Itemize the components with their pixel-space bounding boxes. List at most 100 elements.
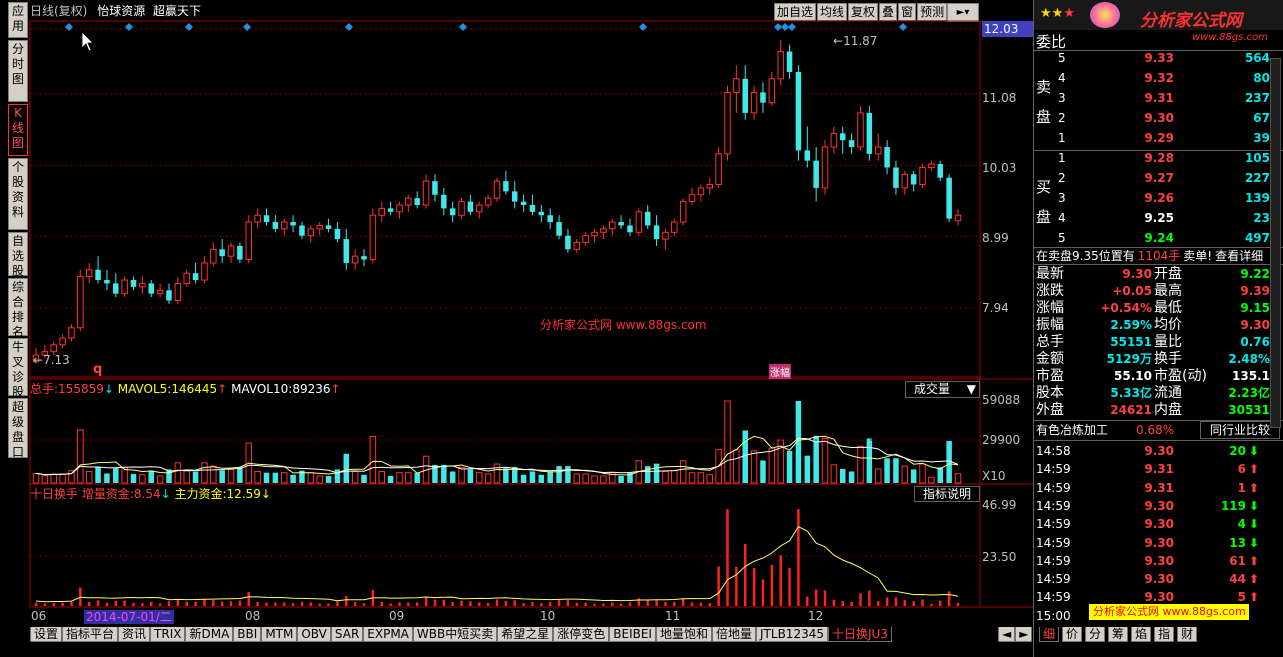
quote-tab[interactable]: 指	[1154, 627, 1175, 642]
date-tick: 11	[665, 609, 681, 623]
stat-row: 涨幅 +0.54% 最低 9.15	[1034, 300, 1279, 317]
candle-up	[245, 221, 253, 261]
industry-compare-button[interactable]: 同行业比较	[1200, 421, 1280, 439]
indicator-tab[interactable]: 倍地量	[712, 627, 757, 642]
order-volume: 67	[1253, 111, 1270, 125]
order-volume: 227	[1244, 171, 1270, 185]
indicator-tab[interactable]: 涨停变色	[553, 627, 610, 642]
indicator-tab[interactable]: SAR	[330, 627, 364, 642]
indicator-tab[interactable]: BEIBEI	[609, 627, 656, 642]
indicator-tab[interactable]: 十日换JU3	[827, 627, 892, 642]
indicator-tab[interactable]: BBI	[233, 627, 262, 642]
quote-tab[interactable]: 分	[1085, 627, 1106, 642]
candle-down	[565, 235, 571, 250]
candle-up	[378, 207, 385, 216]
level-number: 2	[1058, 171, 1066, 185]
orderbook-row[interactable]: 5 9.33 564	[1034, 50, 1279, 67]
volume-bar	[95, 466, 101, 483]
orderbook-row[interactable]: 3 9.31 237	[1034, 90, 1279, 107]
indicator-tab[interactable]: 新DMA	[185, 627, 234, 642]
volume-bar	[813, 435, 819, 483]
stat-value: +0.05	[1112, 284, 1152, 298]
indicator-tab[interactable]: 希望之星	[497, 627, 554, 642]
candle-up	[139, 282, 146, 288]
indicator-tab[interactable]: OBV	[297, 627, 331, 642]
volume-tick: 29900	[982, 433, 1021, 447]
quote-tab[interactable]: 焰	[1131, 627, 1152, 642]
volume-bar	[724, 400, 731, 484]
indicator-tab[interactable]: TRIX	[150, 627, 186, 642]
down-arrow-icon: ↓	[103, 382, 114, 396]
candle-down	[840, 133, 846, 141]
tick-time: 15:00	[1036, 608, 1071, 623]
candle-up	[573, 242, 581, 250]
candle-up	[830, 132, 838, 148]
indicator-tab[interactable]: 指标平台	[62, 627, 119, 642]
quote-tab[interactable]: 财	[1177, 627, 1198, 642]
volume-bar	[848, 471, 855, 483]
candle-up	[697, 187, 705, 196]
notice-detail-link[interactable]: 查看详细	[1215, 249, 1263, 263]
order-price: 9.26	[1144, 191, 1174, 205]
indicator-tab[interactable]: 地量饱和	[655, 627, 712, 642]
stat-label: 市盈(动)	[1154, 368, 1207, 384]
volume-bar	[361, 474, 367, 483]
candle-up	[901, 173, 909, 189]
candle-down	[538, 211, 545, 216]
volume-bar	[768, 447, 776, 484]
volume-bar	[679, 460, 687, 484]
order-volume: 23	[1253, 211, 1270, 225]
volume-bar	[644, 466, 651, 483]
indicator-tick: 23.50	[982, 550, 1017, 564]
quote-tab[interactable]: 筹	[1108, 627, 1129, 642]
orderbook-row[interactable]: 4 9.25 23	[1034, 210, 1279, 227]
orderbook-row[interactable]: 2 9.27 227	[1034, 170, 1279, 187]
tick-volume: 44	[1229, 572, 1246, 587]
tick-volume: 119	[1220, 498, 1246, 513]
candle-down	[618, 222, 624, 226]
candle-down	[325, 225, 332, 229]
signal-diamond-icon	[459, 23, 467, 31]
orderbook-row[interactable]: 3 9.26 139	[1034, 190, 1279, 207]
candle-down	[653, 225, 660, 240]
orderbook-row[interactable]: 5 9.24 497	[1034, 230, 1279, 247]
level-number: 1	[1058, 131, 1066, 145]
quote-tab[interactable]: 细	[1039, 627, 1060, 642]
orderbook-row[interactable]: 4 9.32 80	[1034, 70, 1279, 87]
stat-value: 9.22	[1240, 267, 1270, 281]
indicator-tab[interactable]: 设置	[30, 627, 63, 642]
notice-type: 卖单!	[1183, 249, 1213, 263]
candle-up	[724, 91, 731, 155]
indicator-tab[interactable]: 资讯	[118, 627, 151, 642]
indicator-selector[interactable]: 成交量 ▼	[905, 381, 980, 398]
indicator-tab[interactable]: JTLB12345	[756, 627, 828, 642]
scroll-right-icon[interactable]: ►	[1015, 627, 1033, 642]
candle-down	[95, 269, 101, 281]
indicator-tab[interactable]: MTM	[261, 627, 298, 642]
volume-bar	[750, 450, 758, 484]
candle-up	[493, 180, 501, 199]
orderbook-row[interactable]: 1 9.28 105	[1034, 150, 1279, 167]
kline-chart[interactable]	[0, 0, 1033, 625]
candle-up	[77, 276, 84, 329]
scroll-left-icon[interactable]: ◄	[998, 627, 1016, 642]
orderbook-row[interactable]: 2 9.30 67	[1034, 110, 1279, 127]
big-order-notice[interactable]: 在卖盘9.35位置有 1104手 卖单! 查看详细	[1036, 248, 1282, 264]
stat-value: 5129万	[1106, 352, 1152, 366]
candle-down	[627, 225, 633, 233]
volume-bar	[378, 470, 385, 484]
order-price: 9.33	[1144, 51, 1174, 65]
date-tick: 08	[245, 609, 261, 623]
indicator-tab[interactable]: EXPMA	[363, 627, 413, 642]
tick-price: 9.30	[1144, 590, 1174, 605]
indicator-help-button[interactable]: 指标说明	[914, 486, 980, 502]
stat-label: 量比	[1154, 334, 1182, 350]
candle-down	[334, 228, 341, 240]
volume-bar	[804, 455, 811, 483]
orderbook-row[interactable]: 1 9.29 39	[1034, 130, 1279, 147]
quote-tab[interactable]: 价	[1062, 627, 1083, 642]
indicator-tab[interactable]: WBB中短买卖	[412, 627, 498, 642]
stat-value: 9.30	[1122, 267, 1152, 281]
stat-label: 内盘	[1154, 402, 1182, 418]
volume-bar	[467, 469, 474, 483]
